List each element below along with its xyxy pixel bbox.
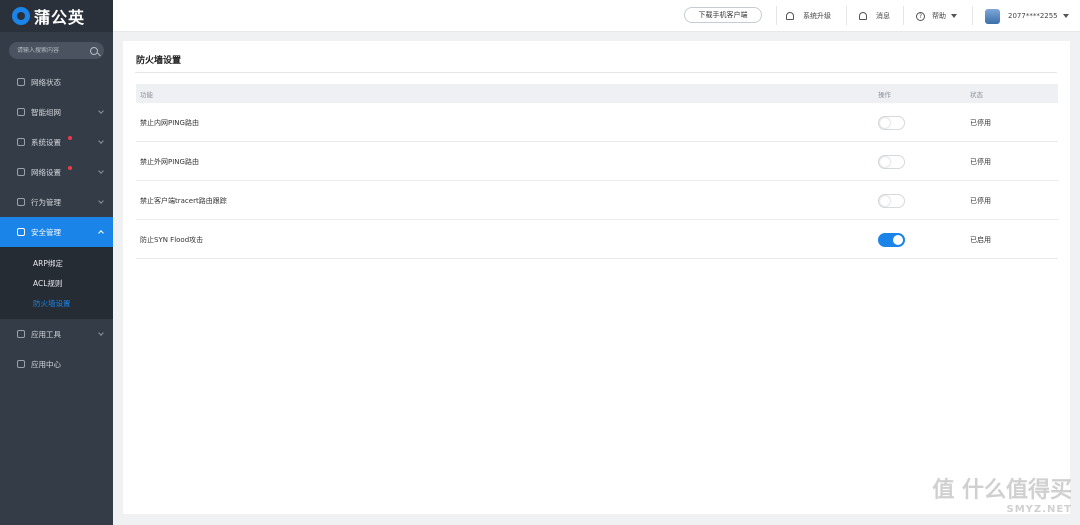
sidebar-item-label: 网络状态 [31, 77, 61, 87]
help-label: 帮助 [932, 12, 946, 20]
table-row: 禁止外网PING路由 已停用 [136, 142, 1058, 181]
messages-label: 消息 [876, 12, 890, 20]
user-menu[interactable]: 2077****2255 [985, 8, 1069, 24]
table-header: 功能 操作 状态 [136, 84, 1058, 103]
rule-status: 已停用 [970, 119, 991, 127]
rule-toggle[interactable] [878, 116, 905, 130]
search-box [9, 42, 104, 59]
chevron-down-icon [98, 330, 104, 336]
upgrade-icon [786, 12, 794, 20]
bell-icon [859, 12, 867, 20]
column-status: 状态 [970, 91, 983, 99]
messages-button[interactable]: 消息 [859, 9, 890, 23]
sidebar-item-smart-network[interactable]: 智能组网 [0, 97, 113, 127]
smart-network-icon [17, 108, 25, 116]
rule-label: 防止SYN Flood攻击 [140, 236, 204, 244]
watermark: 值 什么值得买 SMYZ.NET [932, 472, 1072, 515]
chevron-down-icon [98, 138, 104, 144]
toggle-knob [880, 157, 890, 167]
help-icon: ? [916, 11, 925, 21]
chevron-down-icon [98, 108, 104, 114]
table-row: 禁止内网PING路由 已停用 [136, 103, 1058, 142]
submenu-item-arp[interactable]: ARP绑定 [0, 253, 113, 273]
toggle-knob [880, 118, 890, 128]
sidebar-item-app-center[interactable]: 应用中心 [0, 349, 113, 379]
behavior-icon [17, 198, 25, 206]
top-header: 下载手机客户端 系统升级 消息 ? 帮助 2077****2255 [113, 0, 1080, 32]
sidebar-item-app-tools[interactable]: 应用工具 [0, 319, 113, 349]
submenu-item-acl[interactable]: ACL规则 [0, 273, 113, 293]
toggle-knob [880, 196, 890, 206]
network-status-icon [17, 78, 25, 86]
upgrade-button[interactable]: 系统升级 [786, 9, 831, 23]
firewall-settings-card: 防火墙设置 功能 操作 状态 禁止内网PING路由 已停用 禁止外网PING路由… [123, 41, 1070, 514]
brand-name: 蒲公英 [34, 8, 86, 27]
search-icon[interactable] [90, 46, 98, 55]
divider [776, 6, 777, 25]
security-submenu: ARP绑定 ACL规则 防火墙设置 [0, 247, 113, 319]
chevron-up-icon [98, 230, 104, 236]
toggle-knob [893, 235, 903, 245]
caret-down-icon [951, 14, 957, 18]
sidebar-item-label: 应用中心 [31, 359, 61, 369]
sidebar-item-label: 应用工具 [31, 329, 61, 339]
rule-label: 禁止外网PING路由 [140, 158, 199, 166]
sidebar-item-label: 智能组网 [31, 107, 61, 117]
rule-status: 已停用 [970, 197, 991, 205]
rule-status: 已启用 [970, 236, 991, 244]
sidebar: 蒲公英 网络状态 智能组网 系统设置 网络设置 行为管理 安全管理 ARP绑定 … [0, 0, 113, 525]
rule-label: 禁止内网PING路由 [140, 119, 199, 127]
table-row: 防止SYN Flood攻击 已启用 [136, 220, 1058, 259]
rule-status: 已停用 [970, 158, 991, 166]
user-id: 2077****2255 [1008, 12, 1058, 20]
search-input[interactable] [17, 47, 90, 54]
download-app-button[interactable]: 下载手机客户端 [684, 7, 762, 23]
column-function: 功能 [140, 91, 153, 99]
rule-toggle[interactable] [878, 155, 905, 169]
chevron-down-icon [98, 198, 104, 204]
divider [135, 72, 1057, 73]
gear-icon [17, 138, 25, 146]
cube-icon [17, 360, 25, 368]
sidebar-item-behavior[interactable]: 行为管理 [0, 187, 113, 217]
watermark-main: 值 什么值得买 [932, 478, 1072, 503]
caret-down-icon [1062, 14, 1069, 18]
sidebar-item-network-settings[interactable]: 网络设置 [0, 157, 113, 187]
sidebar-item-label: 网络设置 [31, 167, 61, 177]
page-title: 防火墙设置 [136, 56, 182, 66]
rule-toggle[interactable] [878, 194, 905, 208]
column-action: 操作 [878, 91, 891, 99]
sidebar-item-system-settings[interactable]: 系统设置 [0, 127, 113, 157]
logo-icon [12, 7, 30, 25]
shield-icon [17, 228, 25, 236]
watermark-sub: SMYZ.NET [1006, 504, 1072, 515]
chevron-down-icon [98, 168, 104, 174]
table-row: 禁止客户端tracert路由跟踪 已停用 [136, 181, 1058, 220]
notification-dot [68, 136, 72, 140]
notification-dot [68, 166, 72, 170]
sidebar-item-label: 行为管理 [31, 197, 61, 207]
divider [972, 6, 973, 25]
divider [846, 6, 847, 25]
divider [903, 6, 904, 25]
brand[interactable]: 蒲公英 [0, 0, 113, 32]
rule-label: 禁止客户端tracert路由跟踪 [140, 197, 227, 205]
help-menu[interactable]: ? 帮助 [916, 9, 957, 23]
sidebar-item-network-status[interactable]: 网络状态 [0, 67, 113, 97]
rule-toggle[interactable] [878, 233, 905, 247]
avatar [985, 8, 1000, 24]
network-settings-icon [17, 168, 25, 176]
submenu-item-firewall[interactable]: 防火墙设置 [0, 293, 113, 313]
upgrade-label: 系统升级 [803, 12, 831, 20]
toolbox-icon [17, 330, 25, 338]
sidebar-item-security[interactable]: 安全管理 [0, 217, 113, 247]
sidebar-item-label: 系统设置 [31, 137, 61, 147]
sidebar-item-label: 安全管理 [31, 227, 61, 237]
